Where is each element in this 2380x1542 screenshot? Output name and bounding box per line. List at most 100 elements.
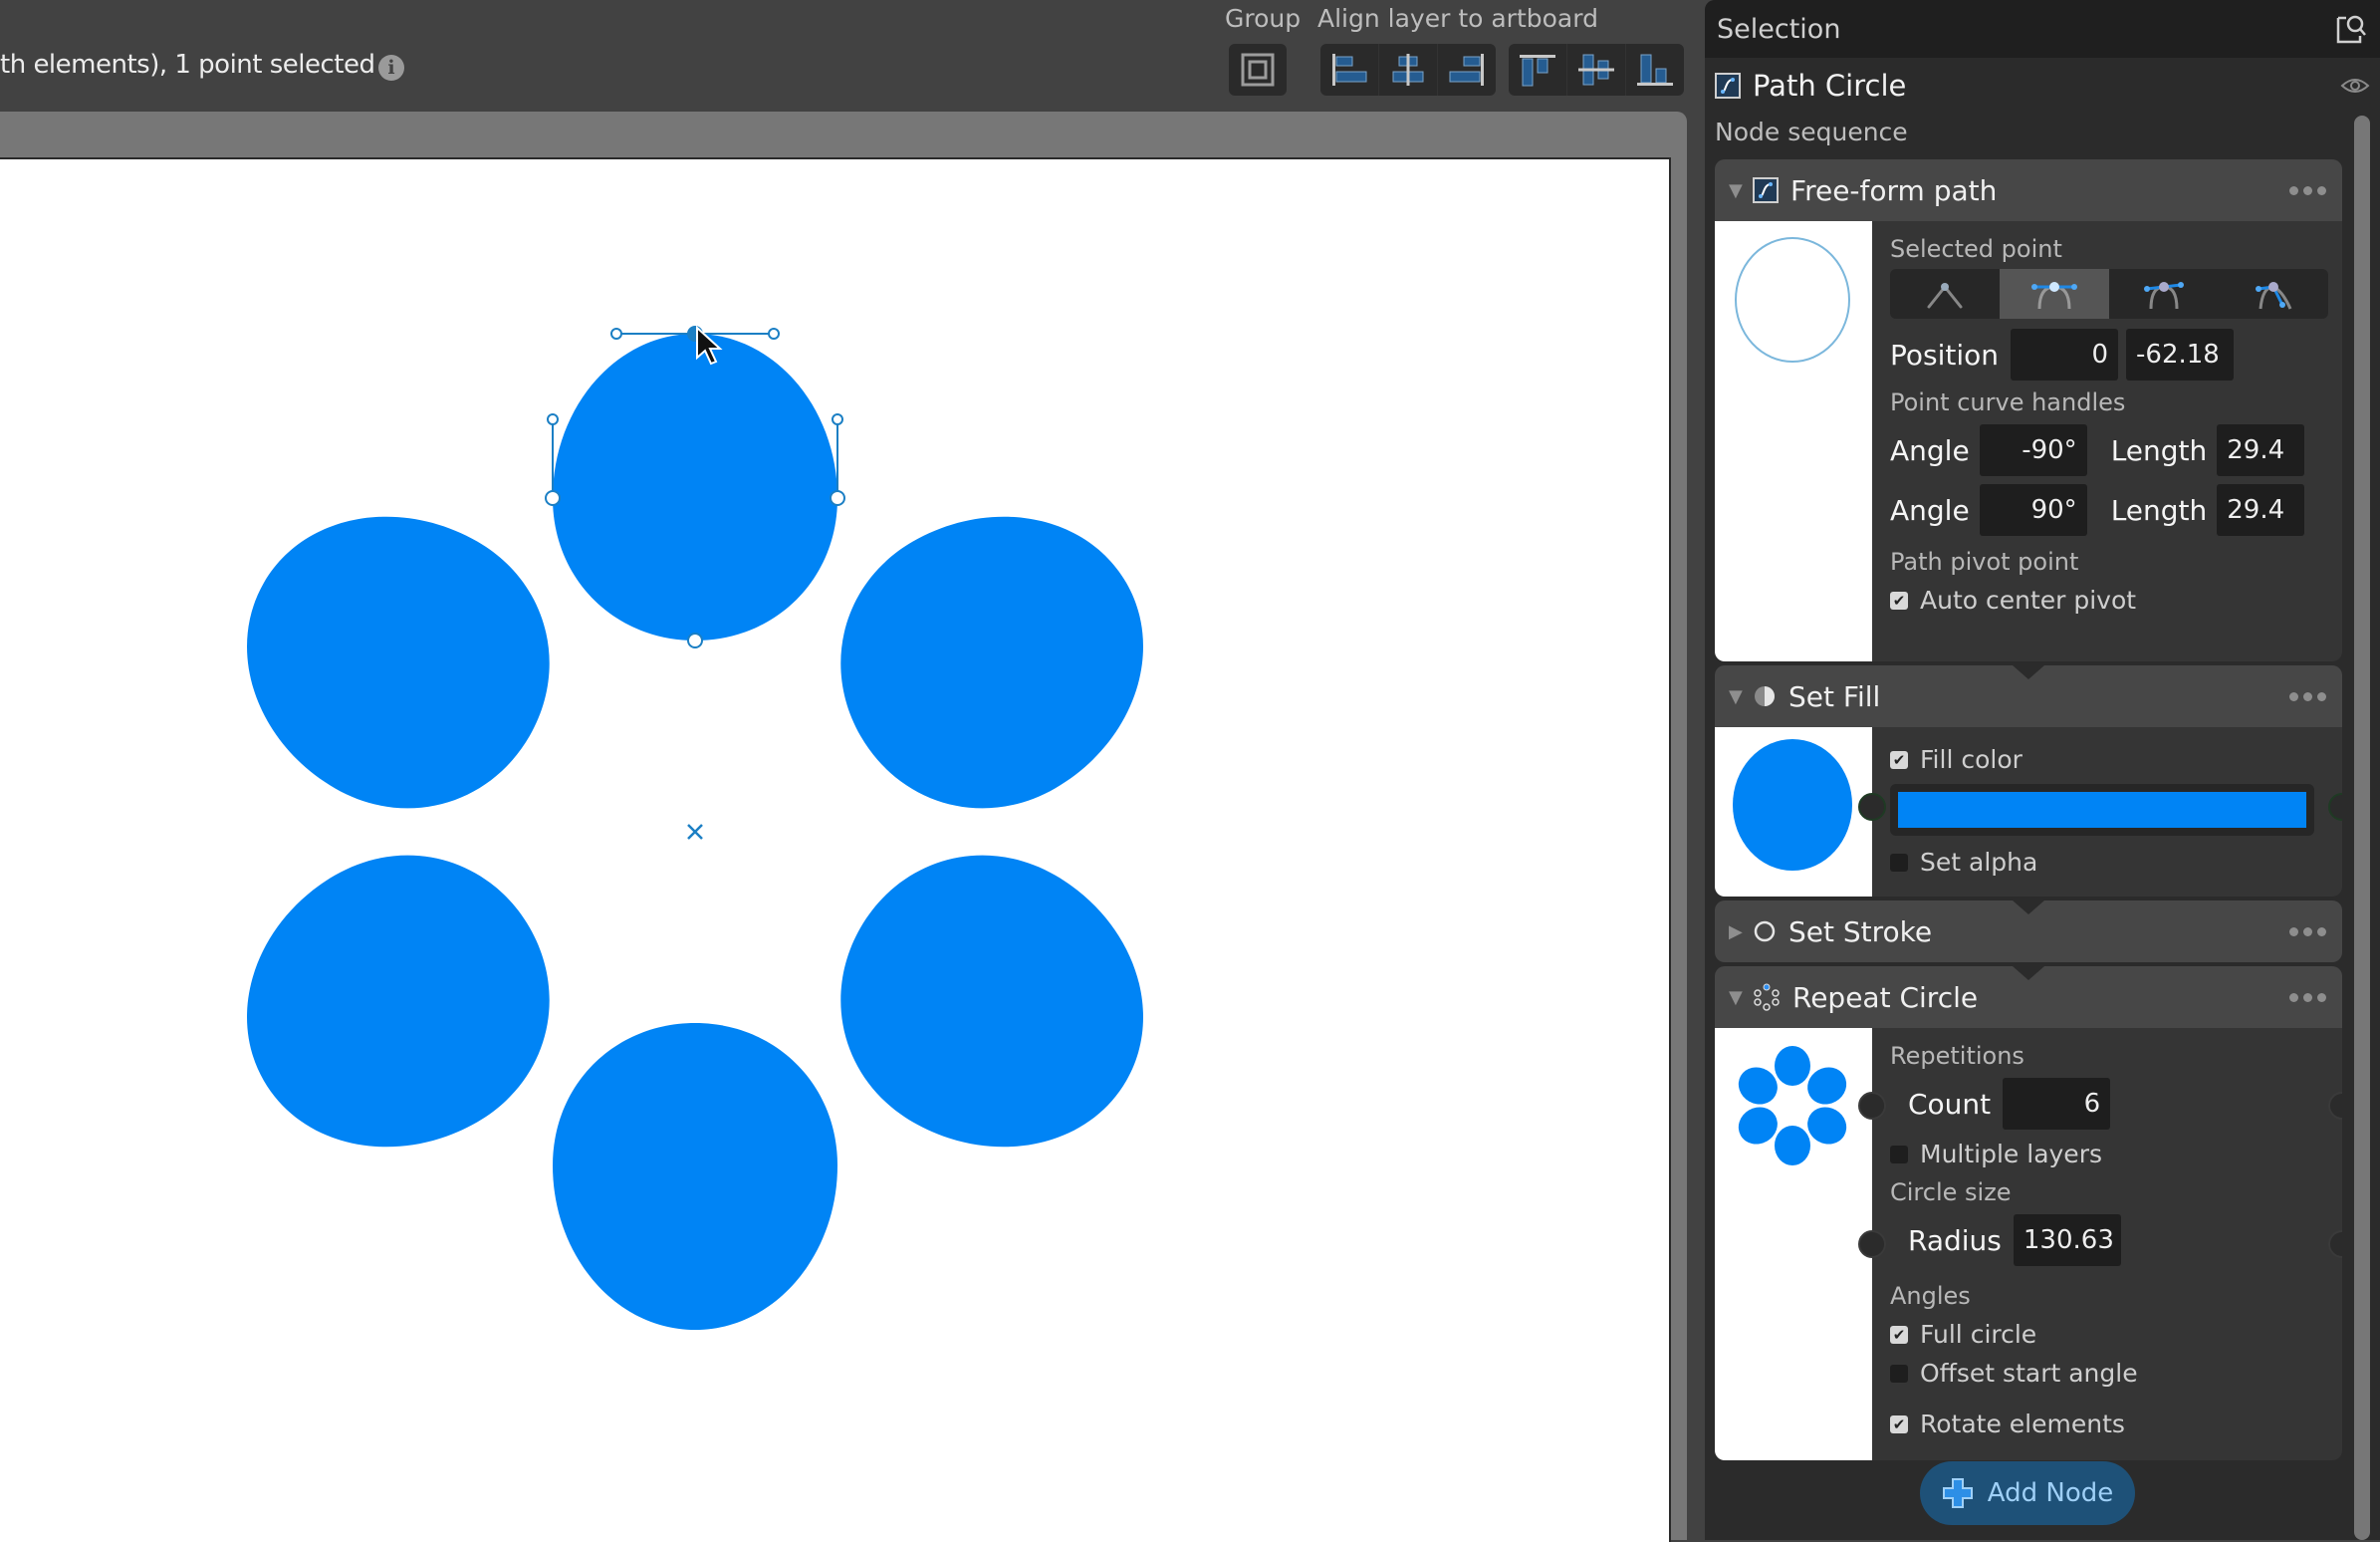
align-top-button[interactable]: [1509, 44, 1566, 96]
align-bottom-icon: [1637, 54, 1673, 86]
curve-handle-point[interactable]: [547, 413, 559, 425]
auto-center-pivot-checkbox[interactable]: ✔ Auto center pivot: [1890, 586, 2328, 615]
plus-icon: [1942, 1478, 1973, 1508]
position-y-input[interactable]: -62.18: [2126, 329, 2235, 381]
artwork-canvas[interactable]: [0, 159, 1669, 1542]
info-icon[interactable]: i: [378, 55, 404, 81]
output-port[interactable]: [2328, 793, 2342, 821]
position-label: Position: [1890, 338, 2000, 372]
handle1-length-label: Length: [2110, 433, 2208, 467]
anchor-point[interactable]: [830, 490, 845, 506]
layer-name: Path Circle: [1753, 69, 1907, 103]
input-port[interactable]: [1858, 793, 1886, 821]
inspect-selection-icon[interactable]: [2334, 12, 2368, 46]
point-type-smooth-button[interactable]: [2109, 269, 2219, 319]
curve-handles-label: Point curve handles: [1890, 388, 2126, 416]
checkbox-checked-icon[interactable]: ✔: [1890, 1325, 1908, 1344]
curve-handle-point[interactable]: [768, 328, 780, 340]
count-input[interactable]: 6: [2003, 1078, 2111, 1130]
node-menu-icon[interactable]: [2289, 185, 2326, 195]
node-menu-icon[interactable]: [2289, 926, 2326, 936]
checkbox-unchecked-icon[interactable]: [1890, 1145, 1908, 1163]
repeated-shape[interactable]: [790, 459, 1198, 860]
repeated-shape[interactable]: [790, 804, 1198, 1204]
layer-row[interactable]: Path Circle: [1705, 58, 2380, 114]
selected-shape[interactable]: [553, 334, 837, 641]
node-set-fill: ▼ Set Fill ✔ Fill color Set alpha: [1715, 665, 2342, 897]
group-button[interactable]: [1229, 44, 1287, 96]
collapse-triangle-icon[interactable]: ▼: [1729, 987, 1753, 1008]
pivot-marker-icon[interactable]: [687, 824, 703, 840]
node-header[interactable]: ▼ Repeat Circle: [1715, 966, 2342, 1028]
panel-scrollbar[interactable]: [2354, 116, 2370, 1540]
align-center-v-button[interactable]: [1566, 44, 1625, 96]
handle1-angle-input[interactable]: -90°: [1979, 424, 2087, 476]
group-button-group: [1229, 44, 1287, 96]
align-vertical-group: [1509, 44, 1684, 96]
offset-start-angle-checkbox[interactable]: Offset start angle: [1890, 1359, 2324, 1388]
corner-point-icon: [1927, 283, 1963, 309]
fill-color-checkbox[interactable]: ✔ Fill color: [1890, 745, 2324, 774]
handle1-length-input[interactable]: 29.4: [2217, 424, 2305, 476]
align-label: Align layer to artboard: [1317, 4, 1598, 33]
collapse-triangle-icon[interactable]: ▼: [1729, 180, 1753, 201]
node-menu-icon[interactable]: [2289, 992, 2326, 1002]
checkbox-checked-icon[interactable]: ✔: [1890, 1414, 1908, 1433]
point-type-selector: [1890, 269, 2328, 319]
artboard[interactable]: [0, 157, 1671, 1542]
node-freeform-path: ▼ Free-form path Selected point Position…: [1715, 159, 2342, 661]
handle2-angle-input[interactable]: 90°: [1979, 484, 2087, 536]
expand-triangle-icon[interactable]: ▶: [1729, 921, 1753, 942]
add-node-label: Add Node: [1987, 1478, 2114, 1508]
curve-handle-point[interactable]: [832, 413, 843, 425]
radius-output-port[interactable]: [2328, 1230, 2342, 1258]
point-type-corner-button[interactable]: [1890, 269, 2000, 319]
handle2-length-input[interactable]: 29.4: [2217, 484, 2305, 536]
node-header[interactable]: ▼ Set Fill: [1715, 665, 2342, 727]
repeated-shape[interactable]: [192, 804, 600, 1204]
checkbox-checked-icon[interactable]: ✔: [1890, 591, 1908, 610]
rotate-elements-checkbox[interactable]: ✔ Rotate elements: [1890, 1410, 2324, 1438]
align-right-icon: [1449, 54, 1484, 86]
align-center-h-button[interactable]: [1378, 44, 1437, 96]
set-alpha-checkbox[interactable]: Set alpha: [1890, 848, 2324, 877]
count-output-port[interactable]: [2328, 1092, 2342, 1120]
full-circle-checkbox[interactable]: ✔ Full circle: [1890, 1320, 2324, 1349]
checkbox-checked-icon[interactable]: ✔: [1890, 750, 1908, 769]
offset-start-angle-label: Offset start angle: [1920, 1359, 2138, 1388]
align-right-button[interactable]: [1437, 44, 1496, 96]
repeated-shape[interactable]: [553, 1023, 837, 1330]
add-node-button[interactable]: Add Node: [1920, 1461, 2135, 1525]
repeat-preview-shape: [1775, 1046, 1810, 1086]
fill-preview: [1715, 727, 1872, 897]
checkbox-unchecked-icon[interactable]: [1890, 853, 1908, 872]
panel-header: Selection: [1705, 0, 2380, 58]
angles-label: Angles: [1890, 1282, 1971, 1310]
checkbox-unchecked-icon[interactable]: [1890, 1364, 1908, 1383]
curve-handle-point[interactable]: [610, 328, 622, 340]
visibility-eye-icon[interactable]: [2340, 76, 2370, 96]
rotate-elements-label: Rotate elements: [1920, 1410, 2125, 1438]
connector-notch: [2013, 900, 2044, 914]
repeated-shape[interactable]: [192, 459, 600, 860]
align-bottom-button[interactable]: [1625, 44, 1684, 96]
node-header[interactable]: ▼ Free-form path: [1715, 159, 2342, 221]
fill-half-circle-icon: [1755, 686, 1775, 706]
anchor-point[interactable]: [687, 633, 703, 648]
multiple-layers-checkbox[interactable]: Multiple layers: [1890, 1140, 2324, 1168]
node-menu-icon[interactable]: [2289, 691, 2326, 701]
radius-input[interactable]: 130.63: [2013, 1214, 2121, 1266]
collapse-triangle-icon[interactable]: ▼: [1729, 686, 1753, 707]
fill-color-swatch[interactable]: [1898, 792, 2306, 828]
align-left-button[interactable]: [1320, 44, 1378, 96]
group-frame-icon: [1241, 53, 1275, 87]
position-x-input[interactable]: 0: [2011, 329, 2119, 381]
radius-input-port[interactable]: [1858, 1230, 1886, 1258]
node-header[interactable]: ▶ Set Stroke: [1715, 900, 2342, 962]
canvas-area[interactable]: [0, 112, 1687, 1542]
point-type-symmetric-button[interactable]: [2000, 269, 2109, 319]
anchor-point[interactable]: [545, 490, 561, 506]
node-list: ▼ Free-form path Selected point Position…: [1715, 159, 2342, 1464]
point-type-asymmetric-button[interactable]: [2219, 269, 2328, 319]
count-input-port[interactable]: [1858, 1092, 1886, 1120]
